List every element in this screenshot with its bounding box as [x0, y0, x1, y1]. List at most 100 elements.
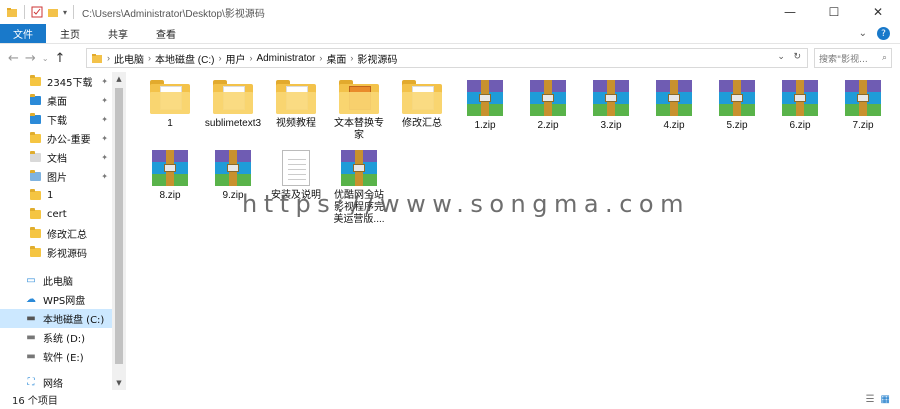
- network-icon: ⛶: [27, 377, 35, 388]
- zip-archive-icon: [341, 150, 377, 186]
- file-view: 1 sublimetext3 视频教程 文本替换专家 修改汇总 1.zip 2.…: [130, 72, 900, 390]
- search-box[interactable]: 搜索"影视... ⌕: [814, 48, 892, 68]
- sidebar-item-drive-e[interactable]: ▬ 软件 (E:): [0, 347, 112, 366]
- cloud-icon: ☁: [26, 294, 36, 305]
- file-item[interactable]: 6.zip: [770, 80, 830, 132]
- tab-home[interactable]: 主页: [46, 24, 94, 43]
- file-name: 视频教程: [276, 118, 316, 129]
- sidebar-item-office[interactable]: 办公-重要 ✦: [0, 129, 112, 148]
- folder-icon: [402, 80, 442, 114]
- history-dropdown-icon[interactable]: ⌄: [777, 51, 785, 61]
- zip-archive-icon: [845, 80, 881, 116]
- sidebar-item-modify-summary[interactable]: 修改汇总: [0, 224, 112, 243]
- file-name: 6.zip: [789, 120, 811, 131]
- zip-archive-icon: [215, 150, 251, 186]
- back-arrow-icon[interactable]: ←: [8, 51, 19, 66]
- chevron-right-icon[interactable]: ›: [319, 53, 322, 63]
- search-icon[interactable]: ⌕: [882, 53, 887, 63]
- chevron-right-icon[interactable]: ›: [148, 53, 151, 63]
- sidebar-scrollbar[interactable]: ▲ ▼: [112, 72, 126, 390]
- sidebar-item-2345download[interactable]: 2345下载 ✦: [0, 72, 112, 91]
- sidebar-item-wps-cloud[interactable]: ☁ WPS网盘: [0, 290, 112, 309]
- file-item[interactable]: 3.zip: [581, 80, 641, 132]
- file-item[interactable]: 4.zip: [644, 80, 704, 132]
- text-document-icon: [282, 150, 310, 186]
- quick-access-toolbar: ▾: [0, 5, 76, 19]
- folder-icon: [30, 189, 41, 200]
- search-input[interactable]: 搜索"影视...: [819, 52, 868, 65]
- folder-icon: [213, 80, 253, 114]
- expand-ribbon-icon[interactable]: ⌄: [859, 28, 867, 39]
- sidebar-item-label: WPS网盘: [43, 296, 86, 307]
- file-item[interactable]: 修改汇总: [392, 80, 452, 130]
- chevron-right-icon[interactable]: ›: [218, 53, 221, 63]
- file-item[interactable]: 7.zip: [833, 80, 893, 132]
- folder-icon: [92, 54, 102, 63]
- minimize-button[interactable]: —: [768, 0, 812, 24]
- help-icon[interactable]: ?: [877, 27, 890, 40]
- file-name: 2.zip: [537, 120, 559, 131]
- file-item[interactable]: 1: [140, 80, 200, 130]
- zip-archive-icon: [152, 150, 188, 186]
- customize-toolbar-icon[interactable]: ▾: [63, 8, 67, 17]
- navigation-pane: 2345下载 ✦ 桌面 ✦ 下载 ✦ 办公-重要 ✦ 文档 ✦ 图片 ✦ 1 c…: [0, 72, 126, 390]
- file-name: 3.zip: [600, 120, 622, 131]
- large-icons-view-icon[interactable]: ▦: [881, 394, 890, 405]
- file-name: sublimetext3: [204, 118, 262, 129]
- recent-locations-icon[interactable]: ⌄: [42, 54, 49, 63]
- status-bar: 16 个项目 ☰ ▦: [0, 390, 900, 409]
- sidebar-item-cert[interactable]: cert: [0, 205, 112, 224]
- up-arrow-icon[interactable]: ↑: [55, 51, 66, 66]
- pin-icon: ✦: [101, 77, 108, 86]
- tab-view[interactable]: 查看: [142, 24, 190, 43]
- scrollbar-thumb[interactable]: [115, 88, 123, 364]
- sidebar-item-label: 软件 (E:): [43, 353, 84, 364]
- breadcrumb-administrator[interactable]: Administrator: [256, 53, 315, 64]
- tab-share[interactable]: 共享: [94, 24, 142, 43]
- sidebar-item-label: 1: [47, 190, 54, 201]
- breadcrumb-users[interactable]: 用户: [225, 51, 245, 66]
- new-folder-icon[interactable]: [47, 6, 59, 18]
- sidebar-item-desktop[interactable]: 桌面 ✦: [0, 91, 112, 110]
- zip-archive-icon: [782, 80, 818, 116]
- details-view-icon[interactable]: ☰: [866, 394, 875, 405]
- properties-icon[interactable]: [31, 6, 43, 18]
- address-bar[interactable]: › 此电脑 › 本地磁盘 (C:) › 用户 › Administrator ›…: [86, 48, 808, 68]
- sidebar-item-documents[interactable]: 文档 ✦: [0, 148, 112, 167]
- breadcrumb-current[interactable]: 影视源码: [357, 51, 397, 66]
- file-item[interactable]: sublimetext3: [203, 80, 263, 130]
- sidebar-item-label: 此电脑: [43, 277, 73, 288]
- sidebar-item-1[interactable]: 1: [0, 186, 112, 205]
- sidebar-item-video-source[interactable]: 影视源码: [0, 243, 112, 262]
- folder-icon: [30, 75, 41, 86]
- chevron-right-icon[interactable]: ›: [249, 53, 252, 63]
- file-item[interactable]: 8.zip: [140, 150, 200, 202]
- close-button[interactable]: ✕: [856, 0, 900, 24]
- sidebar-item-label: 文档: [47, 154, 67, 165]
- sidebar-item-local-disk[interactable]: ▬ 本地磁盘 (C:): [0, 309, 112, 328]
- breadcrumb-local-disk[interactable]: 本地磁盘 (C:): [155, 51, 214, 66]
- breadcrumb-this-pc[interactable]: 此电脑: [114, 51, 144, 66]
- sidebar-item-this-pc[interactable]: ▭ 此电脑: [0, 271, 112, 290]
- divider: [73, 5, 75, 19]
- pin-icon: ✦: [101, 153, 108, 162]
- maximize-button[interactable]: ☐: [812, 0, 856, 24]
- chevron-right-icon: ›: [107, 53, 110, 63]
- file-item[interactable]: 5.zip: [707, 80, 767, 132]
- breadcrumb-desktop[interactable]: 桌面: [326, 51, 346, 66]
- scroll-up-icon[interactable]: ▲: [112, 72, 126, 86]
- refresh-icon[interactable]: ↻: [793, 51, 801, 61]
- zip-archive-icon: [467, 80, 503, 116]
- forward-arrow-icon[interactable]: →: [25, 51, 36, 66]
- file-item[interactable]: 1.zip: [455, 80, 515, 132]
- scroll-down-icon[interactable]: ▼: [112, 376, 126, 390]
- file-item[interactable]: 视频教程: [266, 80, 326, 130]
- sidebar-item-pictures[interactable]: 图片 ✦: [0, 167, 112, 186]
- sidebar-item-drive-d[interactable]: ▬ 系统 (D:): [0, 328, 112, 347]
- file-item[interactable]: 文本替换专家: [329, 80, 389, 142]
- chevron-right-icon[interactable]: ›: [350, 53, 353, 63]
- tab-file[interactable]: 文件: [0, 24, 46, 43]
- file-item[interactable]: 2.zip: [518, 80, 578, 132]
- sidebar-item-label: 下载: [47, 116, 67, 127]
- sidebar-item-downloads[interactable]: 下载 ✦: [0, 110, 112, 129]
